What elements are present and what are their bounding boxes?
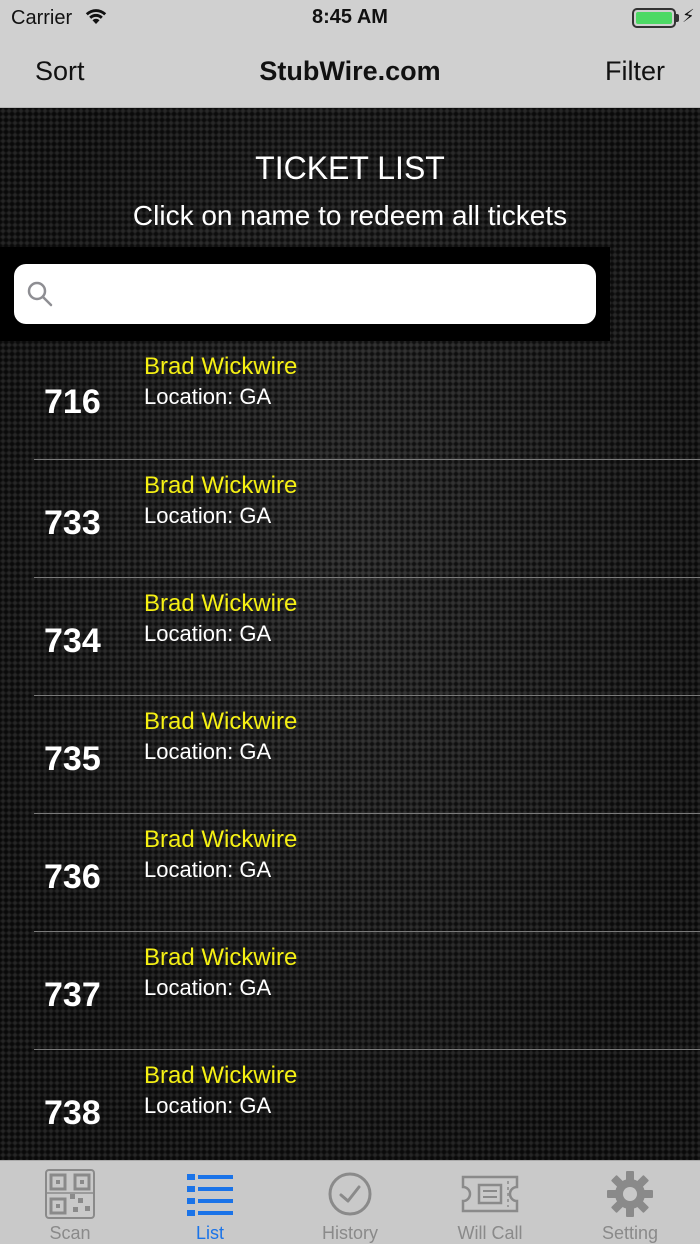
search-box[interactable] (14, 264, 596, 324)
charging-bolt-icon: ⚡ (682, 6, 695, 26)
ticket-number: 716 (44, 383, 101, 421)
ticket-holder-name[interactable]: Brad Wickwire (144, 826, 297, 854)
tab-label: Scan (49, 1223, 91, 1243)
ticket-number: 734 (44, 622, 101, 660)
tab-label: History (321, 1223, 378, 1243)
ticket-row[interactable]: 716 Brad Wickwire Location: GA (0, 341, 700, 459)
ticket-location: Location: GA (144, 503, 272, 528)
clock-icon (328, 1172, 372, 1216)
tab-scan[interactable]: Scan (0, 1161, 140, 1244)
ticket-location: Location: GA (144, 621, 272, 646)
ticket-number: 738 (44, 1094, 101, 1132)
ticket-row[interactable]: 734 Brad Wickwire Location: GA (34, 577, 700, 695)
battery-nub (676, 14, 679, 22)
ticket-location: Location: GA (144, 857, 272, 882)
tab-will-call[interactable]: Will Call (420, 1161, 560, 1244)
list-icon (187, 1174, 233, 1216)
list-heading: TICKET LIST (255, 150, 445, 186)
tab-bar: Scan List History Will Call Setting (0, 1160, 700, 1244)
page-title: StubWire.com (259, 56, 441, 86)
ticket-location: Location: GA (144, 1093, 272, 1118)
ticket-holder-name[interactable]: Brad Wickwire (144, 944, 297, 972)
ticket-row[interactable]: 735 Brad Wickwire Location: GA (34, 695, 700, 813)
ticket-icon (461, 1175, 519, 1213)
status-time: 8:45 AM (312, 6, 388, 28)
ticket-location: Location: GA (144, 975, 272, 1000)
tab-setting[interactable]: Setting (560, 1161, 700, 1244)
list-subtitle: Click on name to redeem all tickets (132, 200, 568, 231)
tab-history[interactable]: History (280, 1161, 420, 1244)
status-bar: Carrier 8:45 AM ⚡ (0, 0, 700, 36)
ticket-number: 733 (44, 504, 101, 542)
battery-icon (632, 8, 676, 28)
filter-button[interactable]: Filter (605, 56, 665, 87)
nav-bar: Sort StubWire.com Filter (0, 36, 700, 108)
tab-label: Setting (601, 1223, 659, 1243)
ticket-holder-name[interactable]: Brad Wickwire (144, 353, 297, 381)
ticket-location: Location: GA (144, 384, 272, 409)
search-bar (0, 247, 610, 341)
ticket-number: 737 (44, 976, 101, 1014)
ticket-holder-name[interactable]: Brad Wickwire (144, 472, 297, 500)
ticket-holder-name[interactable]: Brad Wickwire (144, 590, 297, 618)
tab-list[interactable]: List (140, 1161, 280, 1244)
search-icon (27, 281, 53, 307)
ticket-number: 735 (44, 740, 101, 778)
ticket-row[interactable]: 733 Brad Wickwire Location: GA (34, 459, 700, 577)
ticket-list: 716 Brad Wickwire Location: GA 733 Brad … (0, 341, 700, 1160)
ticket-row[interactable]: 738 Brad Wickwire Location: GA (34, 1049, 700, 1160)
ticket-location: Location: GA (144, 739, 272, 764)
ticket-holder-name[interactable]: Brad Wickwire (144, 708, 297, 736)
search-input[interactable] (66, 274, 586, 314)
qr-code-icon (45, 1169, 95, 1219)
ticket-number: 736 (44, 858, 101, 896)
gear-icon (607, 1171, 653, 1217)
ticket-holder-name[interactable]: Brad Wickwire (144, 1062, 297, 1090)
ticket-row[interactable]: 736 Brad Wickwire Location: GA (34, 813, 700, 931)
ticket-list-screen: TICKET LIST Click on name to redeem all … (0, 108, 700, 1160)
tab-label: List (195, 1223, 224, 1243)
ticket-row[interactable]: 737 Brad Wickwire Location: GA (34, 931, 700, 1049)
tab-label: Will Call (457, 1223, 523, 1243)
